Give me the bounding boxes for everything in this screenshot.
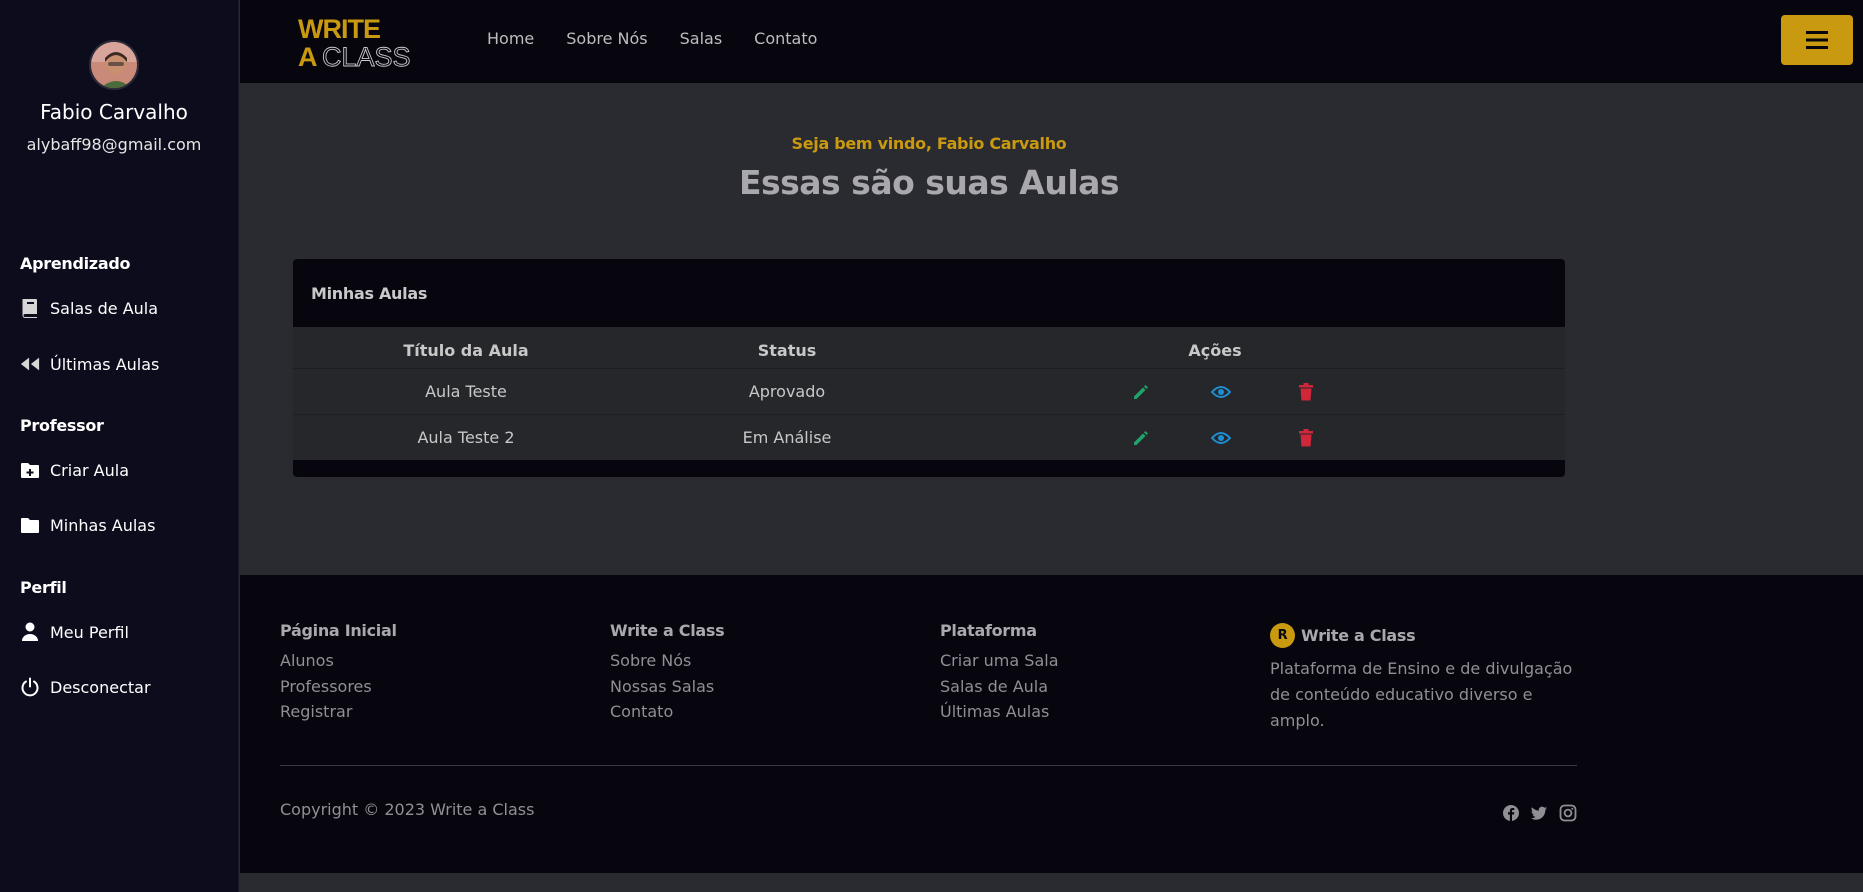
logo-line2-a: A: [298, 42, 318, 70]
footer-heading: Write a Class: [610, 621, 725, 640]
footer-column-pagina-inicial: Página Inicial Alunos Professores Regist…: [280, 621, 397, 725]
book-icon: [20, 298, 40, 318]
facebook-icon[interactable]: [1502, 804, 1520, 822]
footer-brand-name: Write a Class: [1301, 626, 1416, 645]
pencil-icon: [1134, 384, 1148, 399]
footer-link-contato[interactable]: Contato: [610, 699, 724, 725]
instagram-icon[interactable]: [1559, 804, 1577, 822]
avatar[interactable]: [89, 40, 139, 90]
footer-description: Plataforma de Ensino e de divulgação de …: [1270, 659, 1573, 730]
lesson-status: Em Análise: [742, 428, 832, 447]
page-title: Essas são suas Aulas: [738, 163, 1120, 202]
footer-divider: [280, 765, 1577, 766]
table-header-row: Título da Aula Status Ações: [293, 327, 1565, 373]
twitter-icon[interactable]: [1530, 804, 1548, 822]
card-footer: [293, 460, 1565, 477]
copyright-text: Copyright © 2023 Write a Class: [280, 800, 535, 819]
sidebar-item-label: Salas de Aula: [50, 298, 159, 318]
sidebar-item-label: Meu Perfil: [50, 622, 129, 642]
sidebar-item-criar-aula[interactable]: Criar Aula: [20, 456, 129, 484]
footer-column-write-a-class: Write a Class Sobre Nós Nossas Salas Con…: [610, 621, 725, 725]
hamburger-icon: [1806, 31, 1828, 49]
sidebar-item-minhas-aulas[interactable]: Minhas Aulas: [20, 511, 155, 539]
folder-plus-icon: [20, 460, 40, 480]
view-button[interactable]: [1210, 381, 1232, 403]
sidebar-item-salas-de-aula[interactable]: Salas de Aula: [20, 294, 158, 322]
footer-link-registrar[interactable]: Registrar: [280, 699, 397, 725]
eye-icon: [1211, 385, 1231, 398]
menu-toggle-button[interactable]: [1781, 15, 1853, 65]
column-header-status: Status: [757, 340, 817, 360]
sidebar-item-ultimas-aulas[interactable]: Últimas Aulas: [20, 350, 159, 378]
table-row: Aula Teste 2 Em Análise: [293, 414, 1565, 460]
sidebar-item-desconectar[interactable]: Desconectar: [20, 673, 151, 701]
user-name: Fabio Carvalho: [40, 100, 188, 124]
eye-icon: [1211, 431, 1231, 444]
nav-sobre-nos[interactable]: Sobre Nós: [566, 29, 647, 48]
pencil-icon: [1134, 430, 1148, 445]
sidebar: Fabio Carvalho alybaff98@gmail.com Apren…: [0, 0, 239, 892]
view-button[interactable]: [1210, 427, 1232, 449]
footer-heading: Plataforma: [940, 621, 1037, 640]
footer-link-salas-de-aula[interactable]: Salas de Aula: [940, 674, 1059, 700]
edit-button[interactable]: [1130, 427, 1152, 449]
brand-logo[interactable]: WRITE A CLASS: [298, 14, 438, 72]
welcome-message: Seja bem vindo, Fabio Carvalho: [791, 134, 1067, 153]
footer-heading: Página Inicial: [280, 621, 397, 640]
sidebar-item-label: Desconectar: [50, 677, 151, 697]
sidebar-item-label: Últimas Aulas: [50, 354, 160, 374]
logo-line2-b: CLASS: [322, 42, 411, 70]
lessons-card: Minhas Aulas Título da Aula Status Ações…: [293, 259, 1565, 477]
delete-button[interactable]: [1295, 381, 1317, 403]
top-navbar: [240, 0, 1863, 83]
logo-line1: WRITE: [298, 14, 380, 44]
column-header-title: Título da Aula: [403, 340, 529, 360]
bottom-strip: [240, 873, 1863, 892]
sidebar-heading-perfil: Perfil: [20, 578, 67, 597]
nav-home[interactable]: Home: [487, 29, 534, 48]
sidebar-item-meu-perfil[interactable]: Meu Perfil: [20, 618, 129, 646]
power-icon: [20, 677, 40, 697]
edit-button[interactable]: [1130, 381, 1152, 403]
lesson-title: Aula Teste: [425, 382, 507, 401]
footer-link-criar-uma-sala[interactable]: Criar uma Sala: [940, 648, 1059, 674]
trash-icon: [1299, 428, 1313, 446]
footer-brand: R Write a Class: [1270, 623, 1416, 648]
footer-link-sobre-nos[interactable]: Sobre Nós: [610, 648, 724, 674]
sidebar-item-label: Minhas Aulas: [50, 515, 156, 535]
user-icon: [20, 622, 40, 642]
nav-salas[interactable]: Salas: [680, 29, 723, 48]
footer-link-ultimas-aulas[interactable]: Últimas Aulas: [940, 699, 1059, 725]
main-nav: Home Sobre Nós Salas Contato: [487, 29, 817, 48]
sidebar-heading-professor: Professor: [20, 416, 104, 435]
brand-badge-icon: R: [1270, 623, 1295, 648]
sidebar-heading-aprendizado: Aprendizado: [20, 254, 131, 273]
footer-column-plataforma: Plataforma Criar uma Sala Salas de Aula …: [940, 621, 1059, 725]
trash-icon: [1299, 382, 1313, 400]
table-row: Aula Teste Aprovado: [293, 368, 1565, 414]
column-header-actions: Ações: [1188, 340, 1242, 360]
footer-link-nossas-salas[interactable]: Nossas Salas: [610, 674, 724, 700]
folder-icon: [20, 515, 40, 535]
nav-contato[interactable]: Contato: [754, 29, 817, 48]
lesson-title: Aula Teste 2: [417, 428, 515, 447]
lesson-status: Aprovado: [748, 382, 826, 401]
card-title: Minhas Aulas: [293, 259, 1565, 327]
user-email: alybaff98@gmail.com: [26, 135, 202, 154]
rewind-icon: [20, 354, 40, 374]
footer-link-alunos[interactable]: Alunos: [280, 648, 397, 674]
sidebar-item-label: Criar Aula: [50, 460, 129, 480]
avatar-image: [91, 42, 137, 88]
footer-link-professores[interactable]: Professores: [280, 674, 397, 700]
delete-button[interactable]: [1295, 427, 1317, 449]
